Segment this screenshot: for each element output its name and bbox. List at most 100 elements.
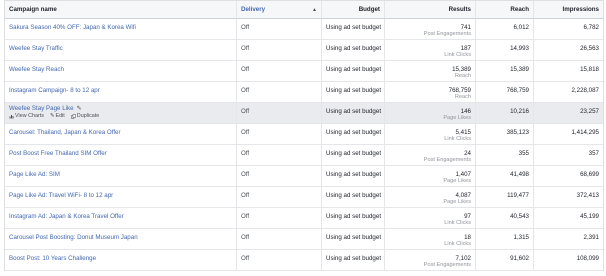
table-row[interactable]: Post Boost Free Thailand SIM Offer Off U… — [5, 145, 603, 166]
reach-cell: 1,315 — [476, 229, 534, 249]
results-type-label: Link Clicks — [444, 136, 471, 142]
campaign-name-link[interactable]: Instagram Campaign- 8 to 12 apr — [9, 87, 100, 94]
campaign-name-link[interactable]: Weefee Stay Page Like — [9, 105, 74, 112]
impressions-value: 45,199 — [580, 213, 599, 220]
delivery-cell: Off — [237, 124, 322, 144]
table-body: Sakura Season 40% OFF: Japan & Korea Wif… — [5, 19, 603, 271]
column-header-delivery-label: Delivery — [241, 6, 266, 13]
column-header-reach[interactable]: Reach — [476, 1, 534, 18]
campaign-name-link[interactable]: Sakura Season 40% OFF: Japan & Korea Wif… — [9, 24, 136, 31]
delivery-cell: Off — [237, 208, 322, 228]
reach-value: 6,012 — [513, 24, 529, 31]
reach-value: 385,123 — [506, 129, 529, 136]
results-cell: 187 Link Clicks — [385, 40, 476, 60]
impressions-value: 26,563 — [580, 45, 599, 52]
results-cell: 18 Link Clicks — [385, 229, 476, 249]
row-actions: View Charts ✎ Edit Duplicate — [9, 113, 232, 119]
reach-cell: 91,602 — [476, 250, 534, 270]
duplicate-icon — [71, 113, 76, 119]
campaign-name-cell: Weefee Stay Reach — [5, 61, 237, 81]
results-cell: 1,407 Page Likes — [385, 166, 476, 186]
bar-chart-icon — [9, 114, 14, 118]
column-header-budget[interactable]: Budget — [322, 1, 385, 18]
budget-cell: Using ad set budget — [322, 208, 385, 228]
table-row[interactable]: Sakura Season 40% OFF: Japan & Korea Wif… — [5, 19, 603, 40]
campaign-name-cell: Instagram Ad: Japan & Korea Travel Offer — [5, 208, 237, 228]
duplicate-button[interactable]: Duplicate — [71, 113, 99, 119]
table-row[interactable]: Instagram Ad: Japan & Korea Travel Offer… — [5, 208, 603, 229]
budget-cell: Using ad set budget — [322, 229, 385, 249]
campaign-name-link[interactable]: Post Boost Free Thailand SIM Offer — [9, 150, 107, 157]
campaign-name-link[interactable]: Boost Post: 10 Years Challenge — [9, 255, 96, 262]
budget-cell: Using ad set budget — [322, 82, 385, 102]
results-type-label: Link Clicks — [444, 241, 471, 247]
impressions-cell: 15,818 — [534, 61, 603, 81]
delivery-cell: Off — [237, 103, 322, 123]
table-row[interactable]: Weefee Stay Reach Off Using ad set budge… — [5, 61, 603, 82]
sort-arrow-icon[interactable]: ▲ — [312, 7, 317, 13]
reach-cell: 385,123 — [476, 124, 534, 144]
table-header: Campaign name Delivery ▲ Budget Results … — [5, 0, 603, 19]
table-row[interactable]: Weefee Stay Page Like ✎ View Charts ✎ Edi… — [5, 103, 603, 124]
results-cell: 4,087 Page Likes — [385, 187, 476, 207]
reach-cell: 41,498 — [476, 166, 534, 186]
impressions-cell: 26,563 — [534, 40, 603, 60]
impressions-value: 2,391 — [583, 234, 599, 241]
impressions-value: 108,099 — [576, 255, 599, 262]
results-cell: 97 Link Clicks — [385, 208, 476, 228]
column-header-impressions[interactable]: Impressions — [534, 1, 603, 18]
table-row[interactable]: Page Like Ad: Travel WiFi- 8 to 12 apr O… — [5, 187, 603, 208]
budget-cell: Using ad set budget — [322, 124, 385, 144]
results-value: 1,407 — [455, 171, 471, 178]
results-type-label: Page Likes — [443, 199, 471, 205]
delivery-cell: Off — [237, 187, 322, 207]
campaign-name-cell: Page Like Ad: SIM — [5, 166, 237, 186]
table-row[interactable]: Carousel: Thailand, Japan & Korea Offer … — [5, 124, 603, 145]
campaign-name-link[interactable]: Carousel: Thailand, Japan & Korea Offer — [9, 129, 121, 136]
column-header-results[interactable]: Results — [385, 1, 476, 18]
reach-value: 14,993 — [510, 45, 529, 52]
results-value: 15,389 — [452, 66, 471, 73]
reach-cell: 768,759 — [476, 82, 534, 102]
duplicate-label: Duplicate — [76, 113, 100, 119]
edit-button[interactable]: ✎ Edit — [50, 113, 65, 119]
campaign-name-cell: Post Boost Free Thailand SIM Offer — [5, 145, 237, 165]
table-row[interactable]: Boost Post: 10 Years Challenge Off Using… — [5, 250, 603, 271]
pencil-icon: ✎ — [49, 113, 55, 119]
budget-cell: Using ad set budget — [322, 145, 385, 165]
impressions-cell: 357 — [534, 145, 603, 165]
reach-cell: 355 — [476, 145, 534, 165]
column-header-campaign-name[interactable]: Campaign name — [5, 1, 237, 18]
table-row[interactable]: Carousel Post Boosting: Donut Museum Jap… — [5, 229, 603, 250]
reach-cell: 40,543 — [476, 208, 534, 228]
impressions-value: 15,818 — [580, 66, 599, 73]
delivery-cell: Off — [237, 250, 322, 270]
results-value: 7,102 — [455, 255, 471, 262]
pencil-icon[interactable]: ✎ — [77, 106, 82, 112]
results-type-label: Link Clicks — [444, 52, 471, 58]
results-value: 4,087 — [455, 192, 471, 199]
campaign-name-link[interactable]: Weefee Stay Reach — [9, 66, 64, 73]
column-header-delivery[interactable]: Delivery ▲ — [237, 1, 322, 18]
impressions-cell: 68,699 — [534, 166, 603, 186]
impressions-value: 2,228,087 — [571, 87, 599, 94]
campaign-name-link[interactable]: Page Like Ad: SIM — [9, 171, 60, 178]
campaign-name-link[interactable]: Carousel Post Boosting: Donut Museum Jap… — [9, 234, 138, 241]
results-value: 768,759 — [448, 87, 471, 94]
view-charts-button[interactable]: View Charts — [9, 113, 44, 119]
campaign-name-cell: Instagram Campaign- 8 to 12 apr — [5, 82, 237, 102]
table-row[interactable]: Instagram Campaign- 8 to 12 apr Off Usin… — [5, 82, 603, 103]
campaign-name-link[interactable]: Instagram Ad: Japan & Korea Travel Offer — [9, 213, 124, 220]
table-row[interactable]: Weefee Stay Traffic Off Using ad set bud… — [5, 40, 603, 61]
table-row[interactable]: Page Like Ad: SIM Off Using ad set budge… — [5, 166, 603, 187]
campaign-name-link[interactable]: Page Like Ad: Travel WiFi- 8 to 12 apr — [9, 192, 113, 199]
delivery-cell: Off — [237, 166, 322, 186]
results-type-label: Post Engagements — [423, 262, 471, 268]
campaign-name-link[interactable]: Weefee Stay Traffic — [9, 45, 63, 52]
campaign-name-cell: Weefee Stay Traffic — [5, 40, 237, 60]
view-charts-label: View Charts — [15, 113, 44, 119]
results-type-label: Post Engagements — [423, 31, 471, 37]
reach-value: 10,216 — [510, 108, 529, 115]
reach-value: 40,543 — [510, 213, 529, 220]
impressions-value: 68,699 — [580, 171, 599, 178]
